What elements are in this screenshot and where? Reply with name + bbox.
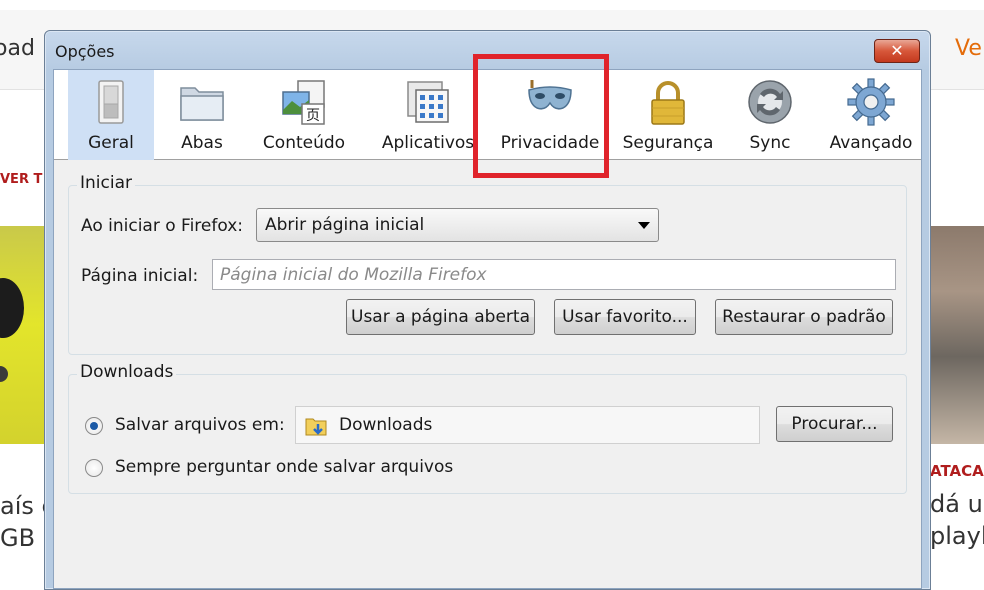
background-left-text: oad	[0, 36, 35, 61]
chevron-down-icon	[638, 222, 650, 229]
tab-label: Segurança	[622, 133, 714, 153]
background-left-label: VER T	[0, 172, 43, 187]
close-icon: ✕	[890, 41, 904, 60]
folder-icon	[180, 87, 224, 121]
background-left-image	[0, 226, 44, 444]
save-to-label: Salvar arquivos em:	[115, 415, 285, 435]
background-right-label: ATACA	[930, 462, 984, 480]
background-right-link[interactable]: Ve	[955, 36, 982, 61]
download-folder-name: Downloads	[339, 415, 433, 435]
tab-label: Conteúdo	[262, 133, 346, 153]
restore-default-button[interactable]: Restaurar o padrão	[715, 299, 893, 335]
svg-text:页: 页	[306, 108, 320, 124]
switch-icon	[98, 80, 124, 124]
startup-group-title: Iniciar	[77, 173, 135, 193]
tab-geral[interactable]: Geral	[68, 70, 154, 160]
homepage-input[interactable]: Página inicial do Mozilla Firefox	[212, 259, 896, 290]
tab-aplicativos[interactable]: Aplicativos	[369, 70, 487, 160]
tab-seguranca[interactable]: Segurança	[616, 70, 720, 160]
tab-avancado[interactable]: Avançado	[822, 70, 920, 160]
tab-label: Abas	[181, 133, 223, 153]
content-icon: 页	[282, 80, 325, 125]
privacy-highlight-box	[473, 54, 609, 178]
homepage-label: Página inicial:	[81, 266, 199, 286]
use-current-page-button[interactable]: Usar a página aberta	[346, 299, 535, 335]
dialog-title: Opções	[55, 42, 115, 61]
gear-icon	[847, 78, 895, 126]
always-ask-label: Sempre perguntar onde salvar arquivos	[115, 457, 454, 477]
startup-group: Iniciar Ao iniciar o Firefox: Abrir pági…	[68, 173, 907, 355]
on-start-value: Abrir página inicial	[265, 215, 425, 235]
lock-icon	[651, 81, 685, 125]
tab-label: Aplicativos	[381, 133, 475, 153]
download-folder-field: Downloads	[295, 406, 760, 444]
browse-button[interactable]: Procurar...	[776, 406, 893, 442]
background-right-image	[930, 226, 984, 444]
applications-icon	[407, 81, 449, 123]
on-start-select[interactable]: Abrir página inicial	[256, 208, 659, 242]
downloads-group: Downloads Salvar arquivos em: Downloads …	[68, 362, 907, 494]
use-bookmark-button[interactable]: Usar favorito...	[554, 299, 696, 335]
save-to-radio[interactable]	[85, 417, 103, 435]
background-right-headline[interactable]: dá um playlis	[930, 488, 984, 552]
close-button[interactable]: ✕	[874, 39, 920, 63]
tab-label: Geral	[88, 133, 134, 153]
tab-abas[interactable]: Abas	[158, 70, 246, 160]
sync-icon	[748, 80, 792, 124]
always-ask-radio[interactable]	[85, 459, 103, 477]
tab-sync[interactable]: Sync	[734, 70, 806, 160]
tab-conteudo[interactable]: 页 Conteúdo	[254, 70, 354, 160]
downloads-group-title: Downloads	[77, 362, 177, 382]
on-start-label: Ao iniciar o Firefox:	[81, 216, 244, 236]
folder-icon	[305, 418, 327, 436]
tab-label: Avançado	[829, 133, 913, 153]
tab-label: Sync	[749, 133, 791, 153]
